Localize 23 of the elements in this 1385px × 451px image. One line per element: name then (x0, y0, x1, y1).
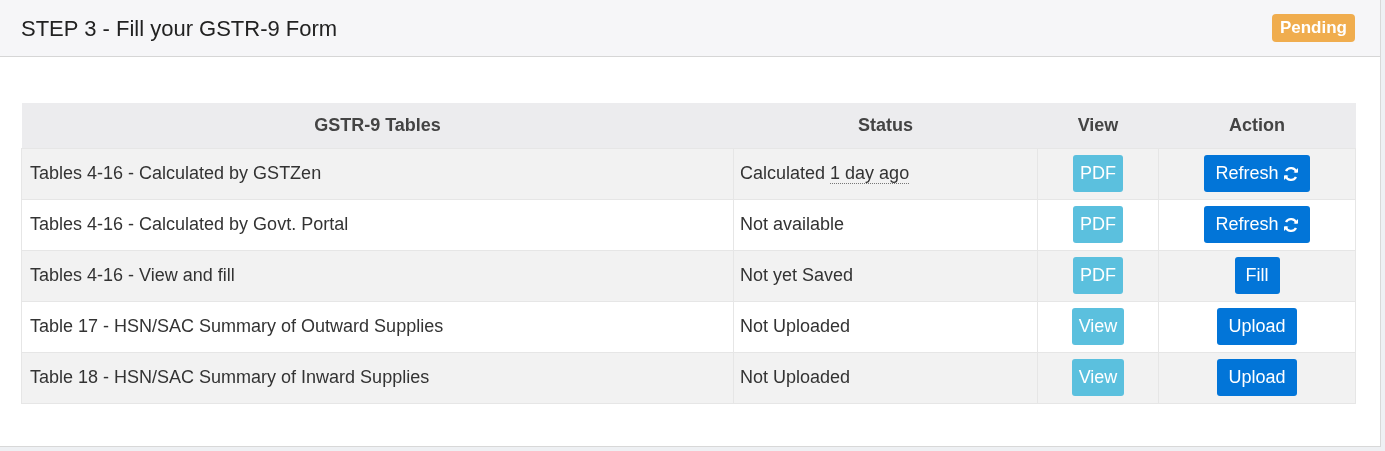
column-header: Action (1158, 103, 1356, 148)
column-header: Status (733, 103, 1038, 148)
action-button[interactable]: Upload (1217, 359, 1297, 396)
action-button[interactable]: Upload (1217, 308, 1297, 345)
table-cell: Tables 4-16 - View and fill (21, 250, 734, 301)
table-cell: Tables 4-16 - Calculated by Govt. Portal (21, 199, 734, 250)
table-cell: Not available (733, 199, 1038, 250)
table-cell: Not Uploaded (733, 301, 1038, 352)
table-cell: Not yet Saved (733, 250, 1038, 301)
refresh-icon (1282, 216, 1299, 233)
table-cell: Tables 4-16 - Calculated by GSTZen (21, 148, 734, 199)
column-header: GSTR-9 Tables (21, 103, 734, 148)
refresh-button[interactable]: Refresh (1204, 155, 1310, 192)
column-header: View (1037, 103, 1159, 148)
table-cell: Calculated 1 day ago (733, 148, 1038, 199)
table-cell: Table 18 - HSN/SAC Summary of Inward Supplies (21, 352, 734, 403)
status-badge: Pending (1271, 14, 1355, 42)
refresh-icon (1282, 165, 1299, 182)
card-title: STEP 3 - Fill your GSTR-9 Form (21, 14, 338, 43)
refresh-button[interactable]: Refresh (1204, 206, 1310, 243)
table-cell: Table 17 - HSN/SAC Summary of Outward Supplies (21, 301, 734, 352)
action-button[interactable]: Fill (1234, 257, 1280, 294)
table-cell: Not Uploaded (733, 352, 1038, 403)
